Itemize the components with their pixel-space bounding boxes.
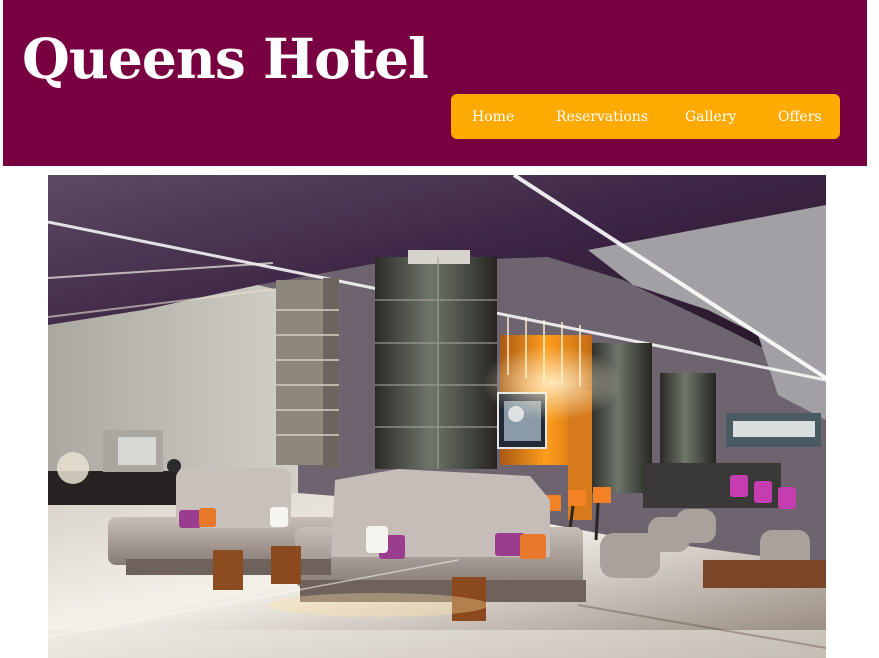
main-navigation: Home Reservations Gallery Offers — [451, 94, 840, 139]
nav-gallery-link[interactable]: Gallery — [685, 110, 778, 124]
hero-image — [48, 175, 826, 658]
nav-home-link[interactable]: Home — [472, 110, 556, 124]
site-header: Queens Hotel Home Reservations Gallery O… — [3, 0, 867, 166]
site-title: Queens Hotel — [22, 26, 429, 91]
page: Queens Hotel Home Reservations Gallery O… — [0, 0, 879, 658]
nav-reservations-link[interactable]: Reservations — [556, 110, 685, 124]
nav-offers-link[interactable]: Offers — [778, 110, 828, 124]
hotel-lobby-image — [48, 175, 826, 658]
